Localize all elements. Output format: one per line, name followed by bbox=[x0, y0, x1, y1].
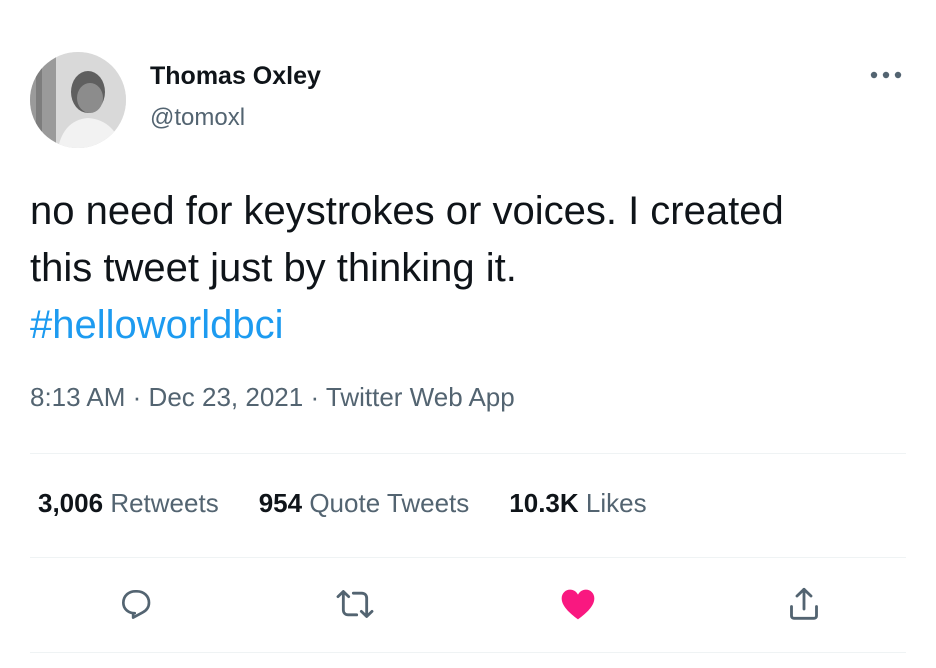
tweet-meta: 8:13 AM · Dec 23, 2021 · Twitter Web App bbox=[30, 382, 515, 413]
author-name[interactable]: Thomas Oxley bbox=[150, 62, 321, 91]
more-options-button[interactable] bbox=[866, 60, 906, 90]
tweet-date[interactable]: Dec 23, 2021 bbox=[149, 382, 304, 412]
tweet-stats: 3,006 Retweets 954 Quote Tweets 10.3K Li… bbox=[38, 488, 687, 519]
tweet-text: no need for keystrokes or voices. I crea… bbox=[30, 183, 910, 354]
share-icon bbox=[790, 587, 818, 620]
stat-count: 954 bbox=[258, 488, 303, 518]
stat-label: Retweets bbox=[110, 488, 219, 518]
divider bbox=[30, 652, 906, 653]
like-icon bbox=[561, 589, 595, 620]
hashtag-link[interactable]: #helloworldbci bbox=[30, 297, 910, 354]
divider bbox=[30, 453, 906, 454]
tweet-text-line: this tweet just by thinking it. bbox=[30, 246, 517, 290]
reply-icon bbox=[121, 589, 151, 619]
more-icon bbox=[870, 71, 902, 79]
stat-quote-tweets[interactable]: 954 Quote Tweets bbox=[259, 488, 470, 519]
tweet-text-line: no need for keystrokes or voices. I crea… bbox=[30, 189, 784, 233]
retweet-button[interactable] bbox=[330, 579, 380, 629]
meta-separator: · bbox=[132, 382, 142, 412]
stat-count: 3,006 bbox=[38, 488, 104, 518]
retweet-icon bbox=[336, 590, 374, 618]
stat-label: Likes bbox=[585, 488, 647, 518]
reply-button[interactable] bbox=[111, 579, 161, 629]
stat-count: 10.3K bbox=[509, 488, 579, 518]
divider bbox=[30, 557, 906, 558]
avatar[interactable] bbox=[30, 52, 126, 148]
author-handle[interactable]: @tomoxl bbox=[150, 104, 245, 132]
meta-separator: · bbox=[310, 382, 320, 412]
tweet-time[interactable]: 8:13 AM bbox=[30, 382, 125, 412]
like-button[interactable] bbox=[553, 579, 603, 629]
stat-label: Quote Tweets bbox=[309, 488, 470, 518]
share-button[interactable] bbox=[779, 579, 829, 629]
stat-likes[interactable]: 10.3K Likes bbox=[509, 488, 646, 519]
tweet-source[interactable]: Twitter Web App bbox=[326, 382, 515, 412]
stat-retweets[interactable]: 3,006 Retweets bbox=[38, 488, 219, 519]
avatar-photo bbox=[30, 52, 126, 148]
